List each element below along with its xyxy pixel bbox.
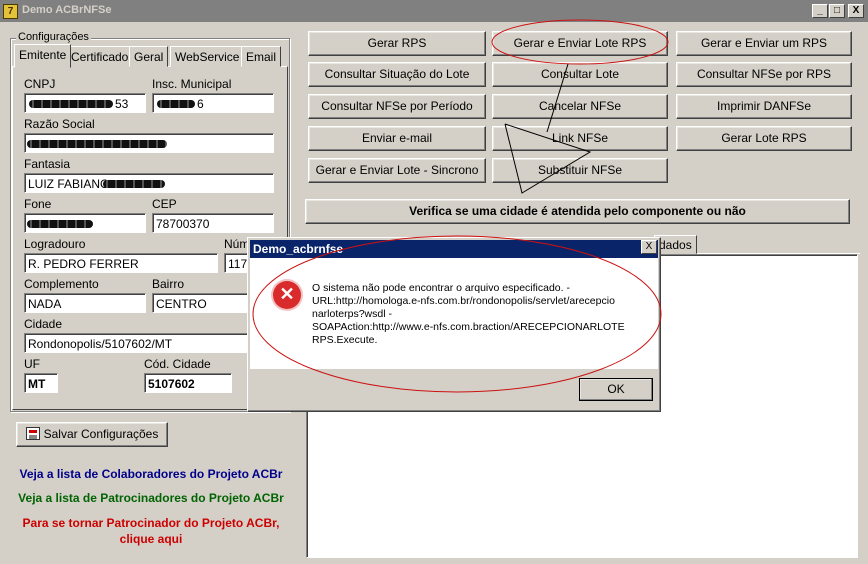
bairro-label: Bairro: [152, 277, 185, 291]
logradouro-label: Logradouro: [24, 237, 86, 251]
title-bar: 7 Demo ACBrNFSe _ □ X: [0, 0, 868, 22]
config-legend: Configurações: [16, 31, 91, 43]
uf-field[interactable]: MT: [24, 373, 58, 393]
substituir-nfse-button[interactable]: Substituir NFSe: [492, 158, 668, 183]
tab-emitente[interactable]: Emitente: [14, 44, 72, 68]
cidade-field[interactable]: Rondonopolis/5107602/MT: [24, 333, 274, 353]
insc-tail: 6: [197, 97, 204, 111]
redaction-scribble: [103, 180, 165, 188]
gerar-enviar-lote-button[interactable]: Gerar e Enviar Lote RPS: [492, 31, 668, 56]
tab-geral[interactable]: Geral: [129, 46, 169, 67]
insc-municipal-label: Insc. Municipal: [152, 77, 232, 91]
gerar-lote-rps-button[interactable]: Gerar Lote RPS: [676, 126, 852, 151]
redaction-scribble: [27, 220, 93, 228]
dialog-body: ✕ O sistema não pode encontrar o arquivo…: [250, 258, 658, 369]
consultar-nfse-rps-button[interactable]: Consultar NFSe por RPS: [676, 62, 852, 87]
fone-field[interactable]: [24, 213, 146, 233]
error-message: O sistema não pode encontrar o arquivo e…: [312, 282, 625, 346]
save-config-label: Salvar Configurações: [43, 427, 159, 441]
redaction-scribble: [29, 100, 113, 108]
error-icon: ✕: [273, 281, 301, 309]
patrocinador-link-line2[interactable]: clique aqui: [10, 532, 292, 546]
verifica-cidade-button[interactable]: Verifica se uma cidade é atendida pelo c…: [305, 199, 850, 224]
imprimir-danfse-button[interactable]: Imprimir DANFSe: [676, 94, 852, 119]
enviar-email-button[interactable]: Enviar e-mail: [308, 126, 486, 151]
config-tabs: Emitente Certificado Geral WebService Em…: [14, 44, 288, 68]
fone-label: Fone: [24, 197, 52, 211]
save-config-button[interactable]: Salvar Configurações: [16, 422, 168, 447]
cancelar-nfse-button[interactable]: Cancelar NFSe: [492, 94, 668, 119]
cnpj-field[interactable]: 53: [24, 93, 146, 113]
cnpj-tail: 53: [115, 97, 129, 111]
app-icon: 7: [3, 4, 18, 19]
razao-social-field[interactable]: [24, 133, 274, 153]
razao-social-label: Razão Social: [24, 117, 95, 131]
error-dialog: Demo_acbrnfse X ✕ O sistema não pode enc…: [247, 237, 661, 412]
redaction-scribble: [27, 140, 167, 148]
window-title: Demo ACBrNFSe: [22, 4, 112, 16]
tab-email[interactable]: Email: [241, 46, 282, 67]
cod-cidade-field[interactable]: 5107602: [144, 373, 232, 393]
complemento-label: Complemento: [24, 277, 99, 291]
gerar-enviar-sincrono-button[interactable]: Gerar e Enviar Lote - Sincrono: [308, 158, 486, 183]
fantasia-field[interactable]: LUIZ FABIANO: [24, 173, 274, 193]
maximize-button[interactable]: □: [829, 4, 845, 18]
close-button[interactable]: X: [848, 4, 864, 18]
cep-label: CEP: [152, 197, 177, 211]
ok-button[interactable]: OK: [579, 378, 653, 401]
save-config-icon: [25, 427, 40, 440]
uf-label: UF: [24, 357, 40, 371]
dialog-title-bar: Demo_acbrnfse: [250, 240, 658, 258]
dialog-title: Demo_acbrnfse: [253, 242, 344, 256]
link-nfse-button[interactable]: Link NFSe: [492, 126, 668, 151]
consultar-lote-button[interactable]: Consultar Lote: [492, 62, 668, 87]
complemento-field[interactable]: NADA: [24, 293, 146, 313]
logradouro-field[interactable]: R. PEDRO FERRER: [24, 253, 218, 273]
minimize-button[interactable]: _: [812, 4, 828, 18]
tab-certificado[interactable]: Certificado: [66, 46, 134, 67]
redaction-scribble: [157, 100, 195, 108]
cnpj-label: CNPJ: [24, 77, 56, 91]
colaboradores-link[interactable]: Veja a lista de Colaboradores do Projeto…: [10, 467, 292, 481]
numero-label: Núm: [224, 237, 250, 251]
cep-field[interactable]: 78700370: [152, 213, 274, 233]
consultar-situacao-button[interactable]: Consultar Situação do Lote: [308, 62, 486, 87]
dialog-close-button[interactable]: X: [641, 240, 657, 254]
tab-webservice[interactable]: WebService: [170, 46, 245, 67]
gerar-enviar-um-button[interactable]: Gerar e Enviar um RPS: [676, 31, 852, 56]
fantasia-label: Fantasia: [24, 157, 71, 171]
patrocinadores-link[interactable]: Veja a lista de Patrocinadores do Projet…: [10, 491, 292, 505]
consultar-nfse-periodo-button[interactable]: Consultar NFSe por Período: [308, 94, 486, 119]
cidade-label: Cidade: [24, 317, 63, 331]
fantasia-partial: LUIZ FABIANO: [28, 177, 110, 191]
patrocinador-link-line1[interactable]: Para se tornar Patrocinador do Projeto A…: [10, 516, 292, 530]
insc-municipal-field[interactable]: 6: [152, 93, 274, 113]
gerar-rps-button[interactable]: Gerar RPS: [308, 31, 486, 56]
cod-cidade-label: Cód. Cidade: [144, 357, 211, 371]
